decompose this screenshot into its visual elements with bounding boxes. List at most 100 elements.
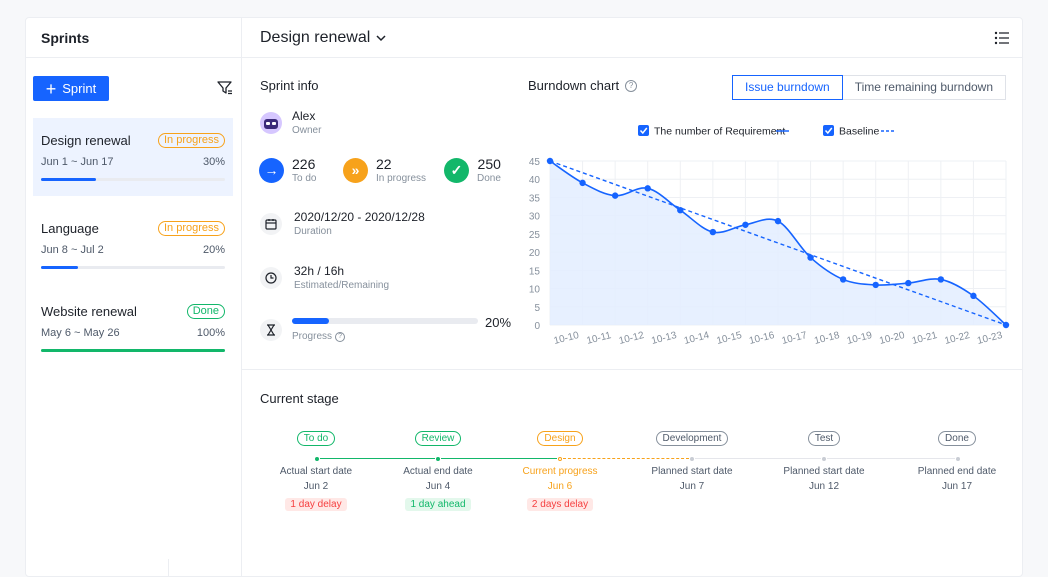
owner-avatar-icon (264, 118, 278, 129)
x-tick-label: 10-22 (944, 330, 972, 347)
stage-tag: Design (537, 431, 583, 446)
sprint-title-dropdown[interactable]: Design renewal (260, 29, 386, 47)
y-tick-label: 10 (529, 285, 541, 296)
checkbox-icon (823, 125, 834, 136)
burndown-chart: The number of Requirement Baseline 45 40 35… (529, 125, 1010, 347)
checkbox-icon (638, 125, 649, 136)
stat-value: 250 (477, 156, 501, 172)
avatar (260, 111, 282, 134)
burndown-tabs: Issue burndown Time remaining burndown (732, 75, 1007, 100)
stage-date-label: Planned start date (651, 466, 733, 477)
estimate-label: Estimated/Remaining (294, 280, 390, 291)
stage-dot (315, 457, 319, 461)
stage-tag: To do (296, 431, 336, 446)
sprint-progress-fill (41, 266, 78, 269)
estimate-row: 32h / 16h Estimated/Remaining (260, 264, 389, 291)
sprint-progress-track (41, 349, 225, 352)
stat-label: In progress (376, 173, 427, 184)
status-badge: In progress (157, 220, 225, 236)
duration-value: 2020/12/20 - 2020/12/28 (294, 210, 425, 224)
y-axis-labels: 45 40 35 30 25 20 15 10 5 0 (529, 157, 541, 332)
data-point (709, 228, 717, 236)
data-point (937, 276, 945, 283)
x-axis-labels: 10-10 10-11 10-12 10-13 10-14 10-15 10-16 10-17… (553, 330, 1004, 347)
stage-tag: Development (655, 431, 729, 446)
stage-date-label: Actual start date (279, 466, 353, 477)
stage-tag: Done (938, 431, 976, 446)
burndown-title: Burndown chart (528, 78, 620, 93)
sprint-progress-fill (292, 318, 330, 324)
stage-to-do: To do Actual start date Jun 2 1 day delay (256, 428, 376, 512)
status-badge: In progress (157, 132, 225, 148)
help-icon[interactable]: ? (335, 331, 346, 342)
sprint-dates: Jun 8 ~ Jul 2 (41, 244, 104, 256)
list-view-icon[interactable] (994, 31, 1010, 45)
x-tick-label: 10-18 (813, 330, 841, 347)
sprint-name: Website renewal (41, 303, 137, 319)
app-window: Sprints + Sprint Design renewal In progr… (25, 17, 1023, 577)
x-tick-label: 10-16 (748, 330, 776, 347)
y-tick-label: 25 (529, 230, 541, 241)
progress-label: Progress (292, 331, 333, 342)
burndown-title-wrap: Burndown chart ? (528, 78, 638, 93)
current-stage-title: Current stage (260, 391, 339, 406)
x-tick-label: 10-20 (878, 330, 906, 347)
sidebar: Sprints + Sprint Design renewal In progr… (26, 18, 242, 576)
stat-label: To do (292, 173, 317, 184)
stage-dot (558, 457, 562, 461)
stage-dot (822, 457, 826, 461)
stat-in-progress: » 22 In progress (343, 156, 426, 184)
sprint-item-design-renewal[interactable]: Design renewal In progress Jun 1 ~ Jun 1… (33, 118, 233, 196)
main-panel: Design renewal Sprint info Alex Owner → … (242, 18, 1022, 576)
y-tick-label: 20 (529, 248, 541, 259)
y-tick-label: 45 (529, 157, 541, 168)
y-tick-label: 35 (529, 193, 541, 204)
stage-tag: Review (414, 431, 462, 446)
stage-tag: Test (807, 431, 841, 446)
progress-label-wrap: Progress ? (292, 331, 346, 342)
progress-row (260, 319, 282, 341)
y-tick-label: 0 (534, 321, 540, 332)
stage-date: Jun 4 (425, 481, 451, 492)
sprint-percent: 30% (202, 156, 225, 168)
estimate-value: 32h / 16h (294, 264, 345, 278)
main-header: Design renewal (242, 18, 1022, 58)
y-tick-label: 5 (534, 303, 540, 314)
footer-divider (168, 559, 169, 576)
stage-dot (690, 457, 694, 461)
filter-icon[interactable] (217, 80, 233, 96)
stage-design: Design Current progress Jun 6 2 days delay (500, 428, 620, 512)
sprint-progress-fill (41, 178, 97, 181)
x-tick-label: 10-15 (716, 330, 744, 347)
sprint-progress-track (41, 266, 225, 269)
data-point (644, 185, 651, 192)
sprint-info-title: Sprint info (260, 78, 319, 93)
stage-date: Jun 2 (303, 481, 329, 492)
stat-todo: → 226 To do (259, 156, 316, 184)
y-tick-label: 30 (529, 212, 541, 223)
chart-legend: The number of Requirement Baseline (638, 125, 894, 138)
stage-date: Jun 12 (808, 481, 840, 492)
sprint-percent: 100% (196, 327, 225, 339)
stat-value: 22 (376, 156, 392, 172)
data-point (774, 217, 782, 225)
help-icon[interactable]: ? (625, 79, 638, 92)
sprint-item-language[interactable]: Language In progress Jun 8 ~ Jul 2 20% (33, 206, 233, 284)
stat-done: ✓ 250 Done (444, 156, 501, 184)
check-icon: ✓ (444, 157, 469, 183)
x-tick-label: 10-17 (781, 330, 809, 347)
stage-review: Review Actual end date Jun 4 1 day ahead (378, 428, 498, 512)
double-arrow-icon: » (343, 157, 368, 183)
data-point (579, 179, 586, 187)
sprint-item-website-renewal[interactable]: Website renewal Done May 6 ~ May 26 100% (33, 289, 233, 367)
sprint-percent: 20% (202, 244, 225, 256)
tab-issue-burndown[interactable]: Issue burndown (732, 75, 843, 100)
sidebar-title: Sprints (26, 18, 241, 58)
sprint-dates: Jun 1 ~ Jun 17 (41, 156, 114, 168)
add-sprint-button[interactable]: + Sprint (33, 76, 109, 101)
tab-time-remaining-burndown[interactable]: Time remaining burndown (842, 75, 1007, 100)
data-point (839, 276, 847, 283)
x-tick-label: 10-19 (846, 330, 874, 347)
y-tick-label: 40 (529, 175, 541, 186)
x-tick-label: 10-10 (553, 330, 581, 347)
